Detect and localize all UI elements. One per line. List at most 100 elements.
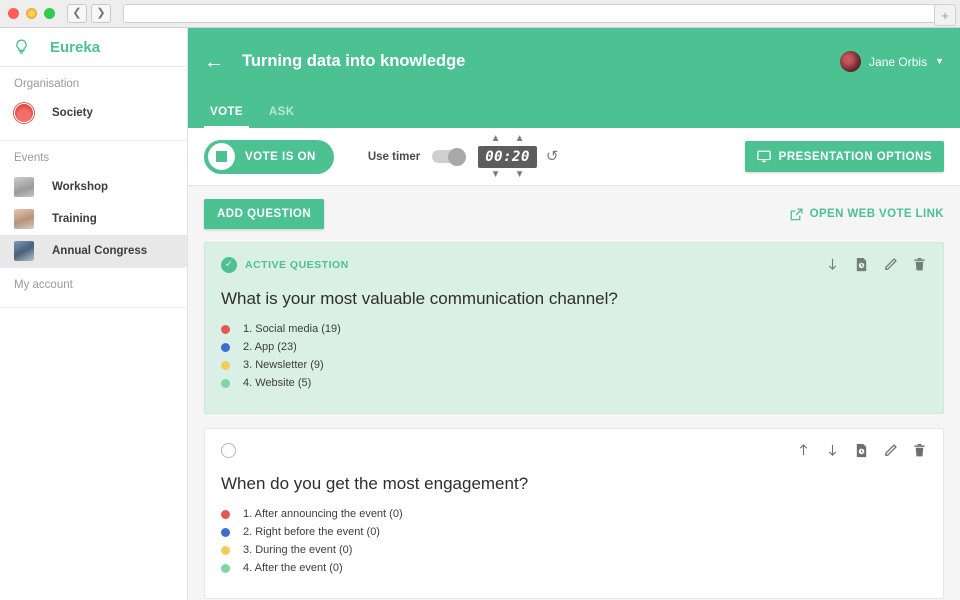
vote-toggle-label: VOTE IS ON (245, 150, 316, 163)
question-card-header (221, 443, 927, 458)
move-down-icon[interactable] (825, 257, 840, 272)
back-arrow-icon[interactable]: ← (204, 52, 230, 72)
sidebar-item-society[interactable]: Society (0, 97, 187, 129)
use-timer-switch[interactable] (432, 147, 467, 166)
url-input[interactable] (132, 7, 943, 20)
timer-minutes-down-icon[interactable]: ▼ (489, 169, 503, 180)
timer-seconds-down-icon[interactable]: ▼ (513, 169, 527, 180)
brand[interactable]: Eureka (0, 28, 187, 66)
status-badge: ✓ ACTIVE QUESTION (221, 257, 349, 273)
timer-seconds-up-icon[interactable]: ▲ (513, 133, 527, 144)
option-label: 4. After the event (0) (243, 562, 343, 574)
question-card[interactable]: ✓ ACTIVE QUESTION What is your most valu… (204, 242, 944, 414)
sidebar-item-my-account[interactable]: My account (0, 268, 187, 298)
window-traffic-lights (8, 8, 55, 19)
timer-display[interactable]: 00:20 (478, 145, 537, 168)
activate-question-radio[interactable] (221, 443, 236, 458)
avatar (840, 51, 862, 72)
stop-square-icon (208, 143, 235, 170)
presentation-options-label: PRESENTATION OPTIONS (778, 150, 932, 163)
question-card-header: ✓ ACTIVE QUESTION (221, 257, 927, 273)
monitor-icon (756, 150, 771, 163)
option-label: 1. After announcing the event (0) (243, 508, 403, 520)
user-menu[interactable]: Jane Orbis ▼ (840, 51, 944, 72)
sidebar-section-label-organisation: Organisation (14, 78, 80, 90)
question-card[interactable]: When do you get the most engagement? 1. … (204, 428, 944, 599)
edit-icon[interactable] (883, 443, 898, 458)
option-row: 1. Social media (19) (221, 323, 927, 335)
option-color-dot (221, 563, 230, 573)
status-badge-label: ACTIVE QUESTION (245, 259, 349, 271)
lightbulb-icon (14, 39, 34, 56)
brand-name: Eureka (50, 38, 101, 56)
option-label: 2. Right before the event (0) (243, 526, 380, 538)
timer-minutes-up-icon[interactable]: ▲ (489, 133, 503, 144)
option-label: 4. Website (5) (243, 377, 312, 389)
sidebar-item-workshop[interactable]: Workshop (0, 171, 187, 203)
new-tab-icon[interactable]: + (934, 4, 956, 26)
tab-vote[interactable]: VOTE (204, 106, 249, 128)
option-row: 4. Website (5) (221, 377, 927, 389)
option-row: 4. After the event (0) (221, 562, 927, 574)
option-color-dot (221, 360, 230, 370)
tab-ask[interactable]: ASK (263, 106, 300, 128)
option-color-dot (221, 324, 230, 334)
question-options: 1. Social media (19) 2. App (23) 3. News… (221, 323, 927, 389)
sidebar-item-annual-congress[interactable]: Annual Congress (0, 235, 187, 267)
move-down-icon[interactable] (825, 443, 840, 458)
option-color-dot (221, 378, 230, 388)
close-window-button[interactable] (8, 8, 19, 19)
chevron-down-icon[interactable]: ▼ (935, 57, 944, 66)
option-row: 2. Right before the event (0) (221, 526, 927, 538)
app-root: Eureka Organisation Society Events Works… (0, 28, 960, 600)
check-circle-icon: ✓ (221, 257, 237, 273)
delete-icon[interactable] (912, 257, 927, 272)
sidebar-item-label: Workshop (52, 181, 109, 193)
delete-icon[interactable] (912, 443, 927, 458)
sidebar-item-label: Training (52, 213, 97, 225)
option-label: 2. App (23) (243, 341, 297, 353)
option-row: 3. Newsletter (9) (221, 359, 927, 371)
switch-knob (448, 147, 467, 166)
address-bar[interactable]: ↻ (123, 4, 952, 23)
timer-group: Use timer ▲ ▲ 00:20 ▼ ▼ ↺ (367, 133, 559, 180)
reset-results-icon[interactable] (854, 443, 869, 458)
back-button[interactable]: ❮ (67, 4, 87, 23)
browser-chrome: ❮ ❯ ↻ + (0, 0, 960, 28)
question-options: 1. After announcing the event (0) 2. Rig… (221, 508, 927, 574)
reset-results-icon[interactable] (854, 257, 869, 272)
external-link-icon (790, 207, 803, 221)
sidebar-item-training[interactable]: Training (0, 203, 187, 235)
user-name: Jane Orbis (869, 54, 928, 69)
timer-increment-row: ▲ ▲ (489, 133, 527, 144)
annual-congress-thumbnail-icon (14, 241, 34, 261)
timer-reset-icon[interactable]: ↺ (546, 149, 559, 164)
add-question-button[interactable]: ADD QUESTION (204, 199, 325, 229)
main-area: ← Turning data into knowledge Jane Orbis… (188, 28, 960, 600)
maximize-window-button[interactable] (44, 8, 55, 19)
timer-decrement-row: ▼ ▼ (489, 169, 527, 180)
question-title: What is your most valuable communication… (221, 289, 618, 308)
question-title: When do you get the most engagement? (221, 474, 529, 493)
questions-panel[interactable]: ADD QUESTION OPEN WEB VOTE LINK ✓ ACTIVE… (188, 186, 960, 600)
question-card-icons (825, 257, 927, 272)
sidebar-section-label-events: Events (14, 152, 50, 164)
forward-button[interactable]: ❯ (91, 4, 111, 23)
use-timer-label: Use timer (367, 150, 421, 163)
presentation-options-button[interactable]: PRESENTATION OPTIONS (744, 141, 944, 172)
move-up-icon[interactable] (796, 443, 811, 458)
vote-on-toggle-button[interactable]: VOTE IS ON (204, 139, 334, 174)
question-card-icons (796, 443, 927, 458)
timer-stepper: ▲ ▲ 00:20 ▼ ▼ (478, 133, 537, 180)
sidebar: Eureka Organisation Society Events Works… (0, 28, 188, 600)
minimize-window-button[interactable] (26, 8, 37, 19)
option-row: 3. During the event (0) (221, 544, 927, 556)
option-color-dot (221, 342, 230, 352)
open-web-vote-label: OPEN WEB VOTE LINK (809, 208, 944, 220)
edit-icon[interactable] (883, 257, 898, 272)
society-avatar-icon (14, 103, 34, 123)
training-thumbnail-icon (14, 209, 34, 229)
open-web-vote-link[interactable]: OPEN WEB VOTE LINK (790, 207, 944, 221)
vote-control-bar: VOTE IS ON Use timer ▲ ▲ 00:20 ▼ ▼ ↺ PRE… (188, 128, 960, 186)
option-label: 3. Newsletter (9) (243, 359, 324, 371)
